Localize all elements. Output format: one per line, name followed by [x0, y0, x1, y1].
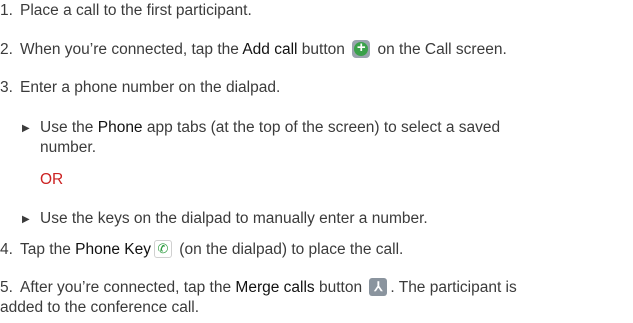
merge-calls-icon: ⅄ — [369, 278, 388, 296]
substep-2: ▶ Use the keys on the dialpad to manually… — [22, 209, 428, 230]
step-4: 4. Tap the Phone Key ✆ (on the dialpad) to… — [0, 240, 404, 258]
phone-app-label: Phone — [97, 119, 143, 136]
substep-1-continued: number. — [40, 139, 97, 156]
or-label: OR — [40, 171, 64, 188]
phone-key-label: Phone Key — [75, 241, 151, 258]
step-5: 5. After you’re connected, tap the Merge … — [0, 278, 517, 296]
bullet-triangle-icon: ▶ — [22, 123, 30, 134]
add-circle-icon: + — [352, 39, 371, 58]
step-2: 2. When you’re connected, tap the Add cal… — [0, 39, 507, 58]
add-call-label: Add call — [242, 41, 298, 58]
bullet-triangle-icon: ▶ — [22, 214, 30, 225]
instruction-list: 1. Place a call to the first participant.… — [0, 0, 633, 323]
step-3: 3. Enter a phone number on the dialpad. — [0, 79, 281, 96]
step-5-continued: added to the conference call. — [0, 299, 200, 316]
step-1: 1. Place a call to the first participant. — [0, 2, 252, 19]
merge-calls-label: Merge calls — [235, 279, 315, 296]
phone-handset-icon: ✆ — [154, 240, 172, 258]
substep-1: ▶ Use the Phone app tabs (at the top of t… — [22, 118, 500, 139]
